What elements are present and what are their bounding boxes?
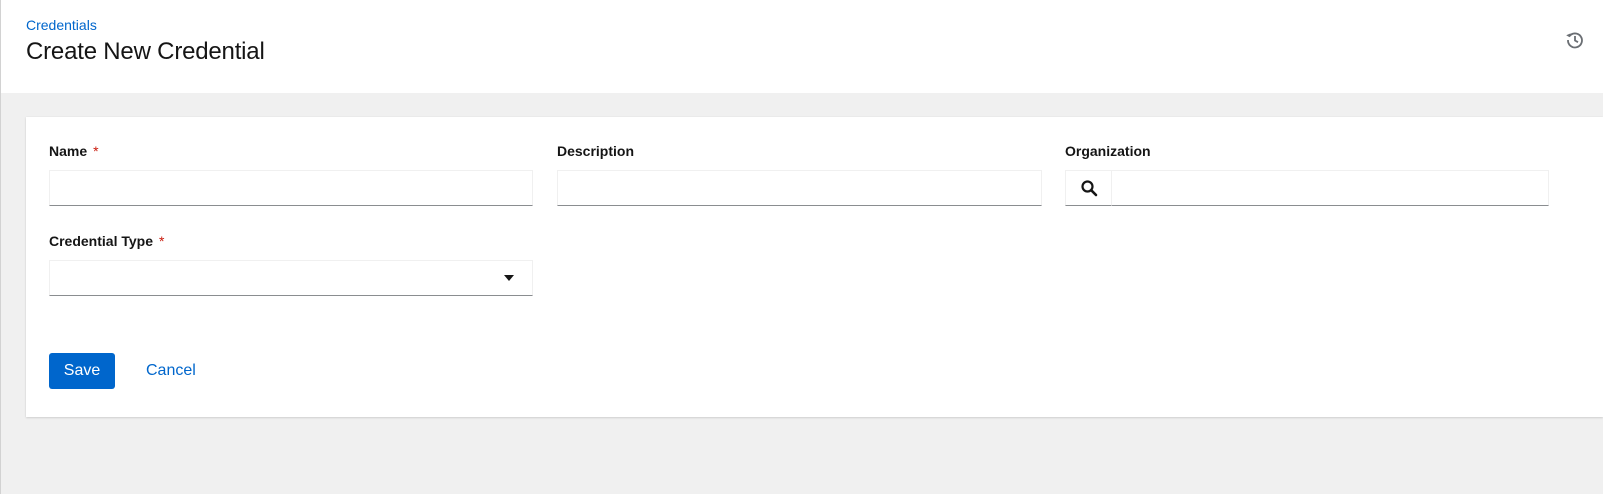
history-icon[interactable] [1565,30,1585,50]
search-icon [1080,180,1097,197]
required-marker: * [159,233,165,249]
credential-type-select[interactable] [49,260,533,296]
save-button[interactable]: Save [49,353,115,389]
name-label-text: Name [49,143,88,159]
credential-type-label: Credential Type * [49,233,164,249]
credential-type-label-text: Credential Type [49,233,153,249]
description-label: Description [557,143,635,159]
organization-search-button[interactable] [1065,170,1112,206]
name-input[interactable] [49,170,533,206]
breadcrumb-credentials[interactable]: Credentials [26,17,97,33]
organization-label: Organization [1065,143,1151,159]
required-marker: * [93,143,99,159]
cancel-button[interactable]: Cancel [130,353,212,389]
credential-form-card: Name * Description Organization Credentia… [26,117,1603,417]
name-label: Name * [49,143,99,159]
description-input[interactable] [557,170,1042,206]
page-header: Credentials Create New Credential [1,0,1603,93]
organization-input[interactable] [1111,170,1549,206]
caret-down-icon [504,275,514,281]
page-title: Create New Credential [26,38,265,65]
